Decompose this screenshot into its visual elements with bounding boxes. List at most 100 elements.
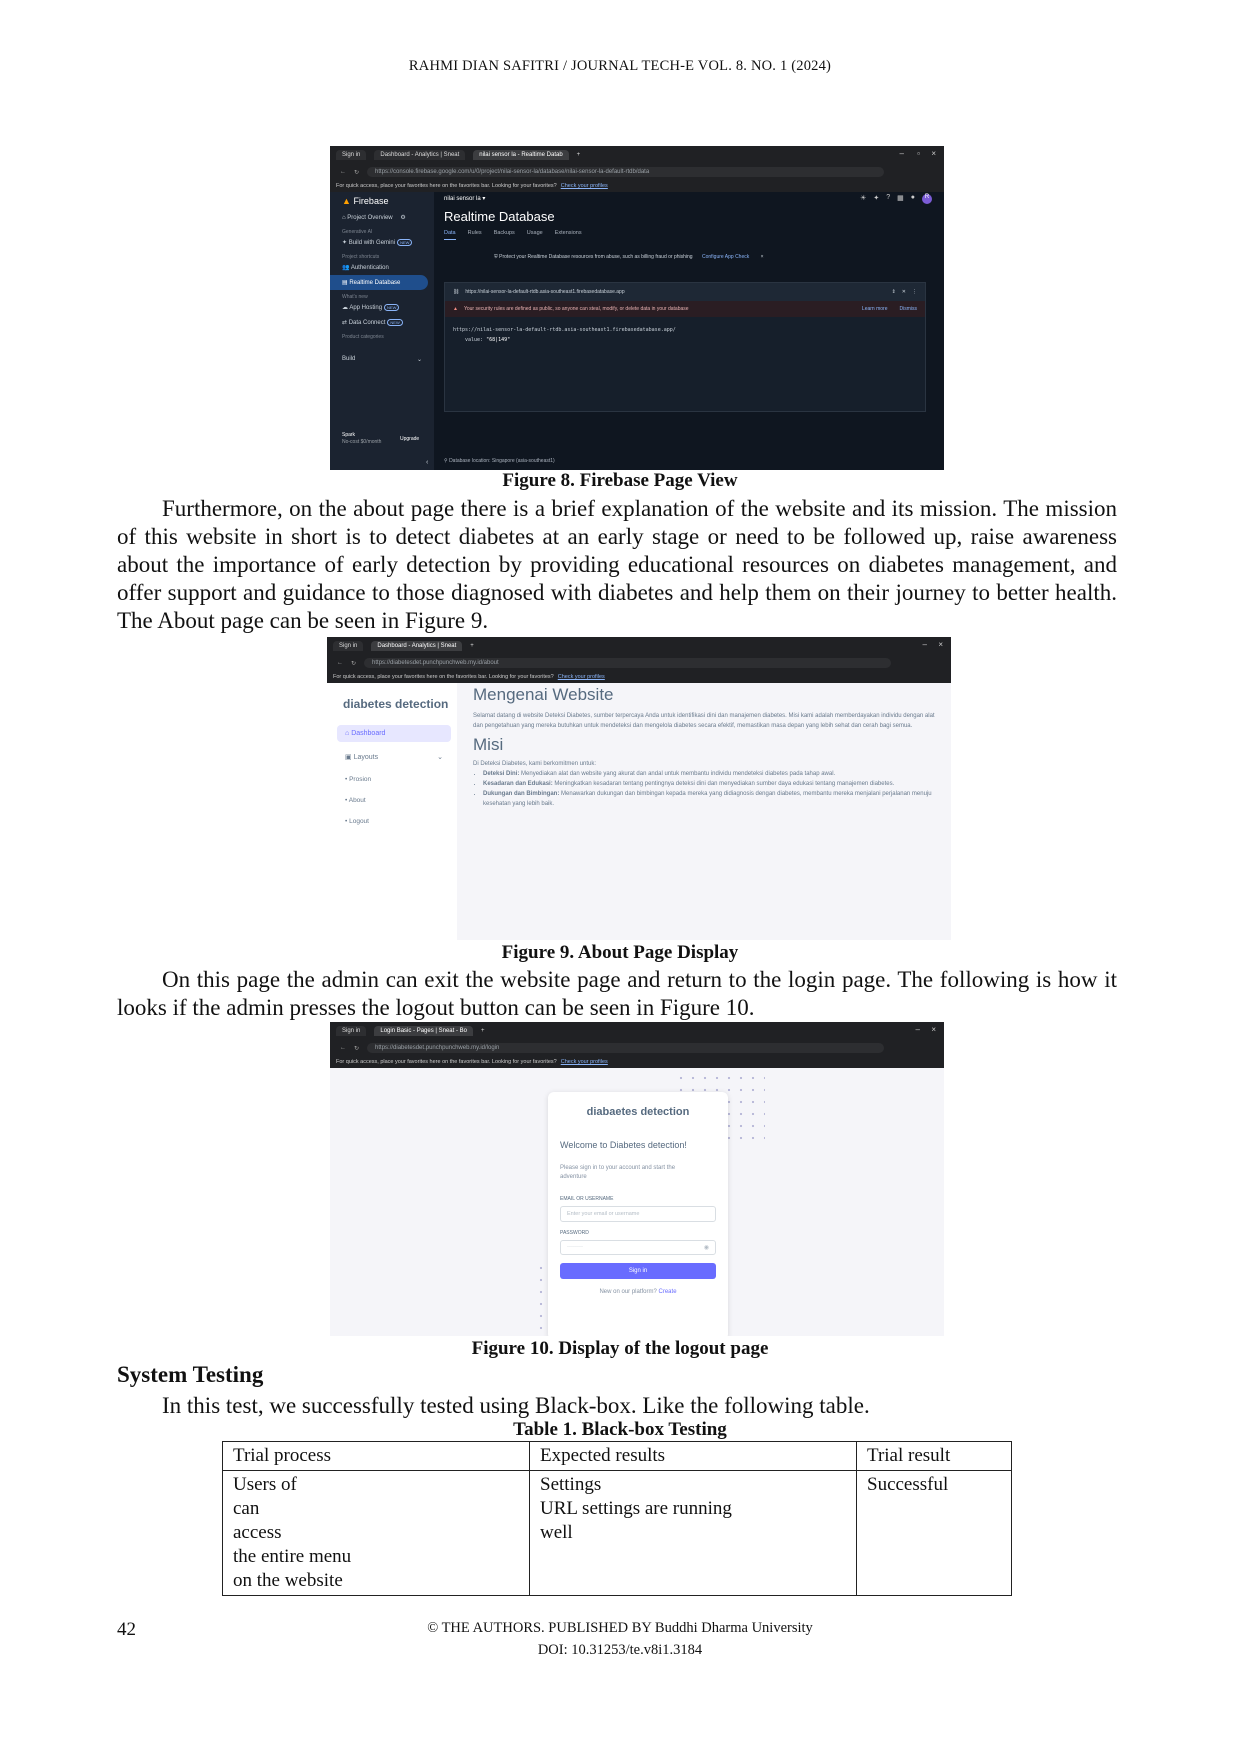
welcome-title: Welcome to Diabetes detection! bbox=[560, 1140, 687, 1150]
paragraph-about: Furthermore, on the about page there is … bbox=[117, 496, 1117, 633]
close-icon[interactable]: × bbox=[761, 254, 764, 260]
sparkle-icon: ✦ bbox=[342, 240, 348, 246]
tab-extensions[interactable]: Extensions bbox=[555, 230, 582, 240]
favorites-link[interactable]: Check your profiles bbox=[561, 183, 608, 189]
new-tab-icon[interactable]: + bbox=[577, 152, 581, 158]
warning-icon: ▲ bbox=[453, 306, 458, 312]
minimize-icon[interactable]: – bbox=[916, 1025, 920, 1034]
reload-icon[interactable]: ↻ bbox=[354, 1045, 359, 1052]
location-icon: ⚲ bbox=[444, 458, 448, 464]
browser-tab[interactable]: Sign in bbox=[336, 150, 367, 160]
project-selector[interactable]: nilai sensor la bbox=[444, 196, 481, 202]
close-icon[interactable]: × bbox=[931, 1025, 936, 1034]
browser-tab[interactable]: Sign in bbox=[336, 1026, 367, 1036]
address-bar[interactable]: https://console.firebase.google.com/u/0/… bbox=[367, 167, 884, 177]
browser-tab-active[interactable]: Dashboard - Analytics | Sneat bbox=[371, 641, 463, 651]
new-tab-icon[interactable]: + bbox=[481, 1028, 485, 1034]
sidebar-item-data-connect[interactable]: ⇄ Data Connect NEW bbox=[330, 315, 434, 330]
tree-root[interactable]: https://nilai-sensor-la-default-rtdb.asi… bbox=[445, 317, 925, 333]
back-icon[interactable]: ← bbox=[340, 1045, 346, 1051]
notifications-icon[interactable]: ● bbox=[911, 194, 915, 204]
reload-icon[interactable]: ↻ bbox=[354, 169, 359, 176]
close-icon[interactable]: × bbox=[938, 640, 943, 649]
password-field[interactable]: ········ ◉ bbox=[560, 1240, 716, 1255]
upgrade-button[interactable]: Upgrade bbox=[400, 436, 419, 442]
tab-usage[interactable]: Usage bbox=[527, 230, 543, 240]
figure-10-caption: Figure 10. Display of the logout page bbox=[471, 1338, 769, 1359]
browser-tab[interactable]: Sign in bbox=[333, 641, 364, 651]
help-icon[interactable]: ? bbox=[886, 194, 890, 204]
mission-list: Deteksi Dini: Menyediakan alat dan websi… bbox=[473, 769, 941, 809]
browser-tab[interactable]: Dashboard - Analytics | Sneat bbox=[374, 150, 466, 160]
favorites-link[interactable]: Check your profiles bbox=[561, 1059, 608, 1065]
sidebar-item-prosion[interactable]: • Prosion bbox=[345, 776, 457, 783]
sidebar-item-about[interactable]: • About bbox=[345, 797, 457, 804]
home-icon: ⌂ bbox=[342, 215, 346, 221]
address-bar[interactable]: https://diabetesdet.punchpunchweb.my.id/… bbox=[364, 658, 891, 668]
expand-icon[interactable]: ⇕ bbox=[892, 289, 896, 295]
table-header-cell: Trial process bbox=[222, 1441, 530, 1471]
table-row: Users of can access the entire menu on the w… bbox=[222, 1470, 1012, 1596]
app-check-notice: Protect your Realtime Database resources… bbox=[499, 254, 693, 260]
back-icon[interactable]: ← bbox=[340, 169, 346, 175]
sign-in-button[interactable]: Sign in bbox=[560, 1263, 716, 1279]
maximize-icon[interactable]: ▫ bbox=[917, 149, 920, 158]
login-subtitle: Please sign in to your account and start… bbox=[560, 1165, 676, 1180]
eye-icon[interactable]: ◉ bbox=[704, 1244, 709, 1251]
table-cell: Users of can access the entire menu on the w… bbox=[222, 1470, 530, 1596]
browser-chrome: Sign in Dashboard - Analytics | Sneat ni… bbox=[330, 146, 944, 192]
database-location: Database location: Singapore (asia-south… bbox=[449, 458, 555, 464]
docs-icon[interactable]: ▦ bbox=[897, 194, 904, 204]
browser-tab-active[interactable]: nilai sensor la - Realtime Datab bbox=[473, 150, 569, 160]
about-content: Mengenai Website Selamat datang di websi… bbox=[473, 683, 941, 940]
new-tab-icon[interactable]: + bbox=[470, 643, 474, 649]
theme-icon[interactable]: ☀ bbox=[860, 194, 866, 204]
favorites-link[interactable]: Check your profiles bbox=[558, 674, 605, 680]
more-icon[interactable]: ⋮ bbox=[912, 289, 917, 295]
learn-more-link[interactable]: Learn more bbox=[862, 306, 888, 312]
paragraph-testing: In this test, we successfully tested usi… bbox=[162, 1393, 870, 1418]
back-icon[interactable]: ← bbox=[337, 660, 343, 666]
figure-8-screenshot: Sign in Dashboard - Analytics | Sneat ni… bbox=[330, 146, 944, 470]
create-account-link[interactable]: Create bbox=[659, 1289, 677, 1295]
sidebar-item-dashboard[interactable]: ⌂ Dashboard bbox=[337, 725, 451, 742]
sidebar-item-app-hosting[interactable]: ☁ App Hosting NEW bbox=[330, 300, 434, 315]
collapse-all-icon[interactable]: ✕ bbox=[902, 289, 906, 295]
browser-chrome: Sign in Login Basic - Pages | Sneat - Bo… bbox=[330, 1022, 944, 1068]
sidebar-item-layouts[interactable]: ▣ Layouts ⌄ bbox=[337, 748, 451, 766]
sidebar-item-authentication[interactable]: 👥 Authentication bbox=[330, 260, 434, 275]
tab-backups[interactable]: Backups bbox=[494, 230, 515, 240]
tab-data[interactable]: Data bbox=[444, 230, 456, 240]
sidebar-item-overview[interactable]: ⌂ Project Overview ⚙ bbox=[330, 210, 434, 225]
configure-app-check-link[interactable]: Configure App Check bbox=[702, 254, 749, 260]
app-brand: diabaetes detection bbox=[586, 1106, 690, 1118]
close-icon[interactable]: × bbox=[931, 149, 936, 158]
minimize-icon[interactable]: – bbox=[923, 640, 927, 649]
about-heading: Mengenai Website bbox=[473, 685, 614, 704]
tree-value[interactable]: "68|149" bbox=[486, 337, 510, 343]
address-bar[interactable]: https://diabetesdet.punchpunchweb.my.id/… bbox=[367, 1043, 884, 1053]
email-label: EMAIL OR USERNAME bbox=[560, 1196, 614, 1202]
avatar[interactable]: R bbox=[922, 194, 932, 204]
email-field[interactable]: Enter your email or username bbox=[560, 1206, 716, 1222]
sidebar-item-realtime-database[interactable]: ▤ Realtime Database bbox=[330, 275, 428, 290]
list-item: Deteksi Dini: Menyediakan alat dan websi… bbox=[483, 769, 941, 779]
footer-publisher: © THE AUTHORS. PUBLISHED BY Buddhi Dharm… bbox=[427, 1620, 813, 1636]
sidebar-item-logout[interactable]: • Logout bbox=[345, 818, 457, 825]
plan-subtitle: No-cost $0/month bbox=[342, 439, 382, 445]
sidebar-category: Generative AI bbox=[342, 229, 373, 235]
layout-icon: ▣ bbox=[345, 754, 352, 761]
minimize-icon[interactable]: – bbox=[900, 149, 904, 158]
figure-8-caption: Figure 8. Firebase Page View bbox=[502, 470, 738, 491]
collapse-icon[interactable]: ‹ bbox=[426, 459, 428, 466]
browser-tab-active[interactable]: Login Basic - Pages | Sneat - Bo bbox=[374, 1026, 473, 1036]
gear-icon[interactable]: ⚙ bbox=[400, 215, 405, 221]
tab-rules[interactable]: Rules bbox=[468, 230, 482, 240]
dismiss-button[interactable]: Dismiss bbox=[900, 306, 918, 312]
sidebar-item-build[interactable]: Build ⌄ bbox=[330, 352, 434, 367]
app-brand: diabetes detection bbox=[343, 697, 449, 711]
table-cell: Settings URL settings are running well bbox=[529, 1470, 857, 1596]
sparkle-icon[interactable]: ✦ bbox=[873, 194, 879, 204]
reload-icon[interactable]: ↻ bbox=[351, 660, 356, 667]
sidebar-item-gemini[interactable]: ✦ Build with Gemini NEW bbox=[330, 235, 434, 250]
